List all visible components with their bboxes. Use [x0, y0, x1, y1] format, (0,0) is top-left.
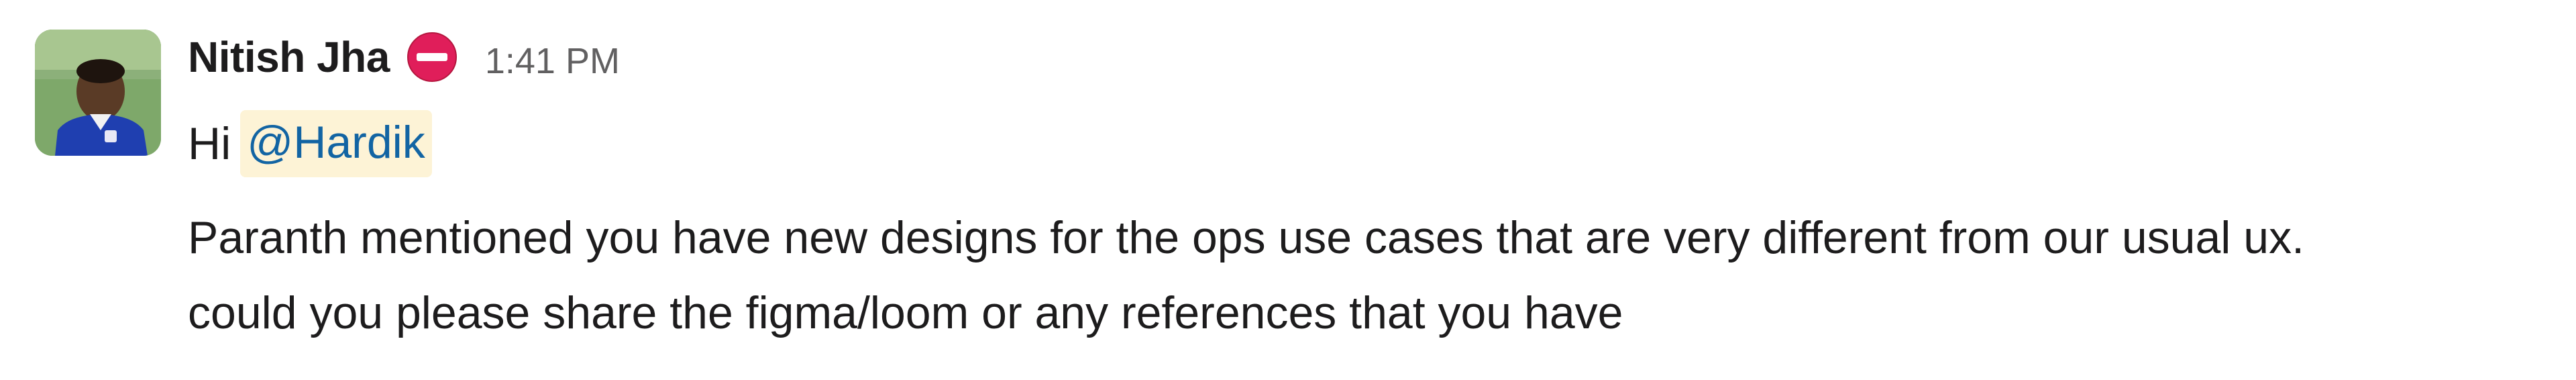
message-greeting-line: Hi @Hardik — [188, 110, 432, 179]
sender-name[interactable]: Nitish Jha — [188, 32, 390, 82]
message-timestamp[interactable]: 1:41 PM — [485, 40, 620, 82]
avatar[interactable] — [35, 30, 161, 156]
message-header: Nitish Jha 1:41 PM — [188, 27, 620, 87]
message-body-line-1: Paranth mentioned you have new designs f… — [188, 212, 2304, 263]
greeting-text: Hi — [188, 118, 231, 169]
message-body-line-2: could you please share the figma/loom or… — [188, 287, 1623, 338]
user-mention[interactable]: @Hardik — [240, 110, 432, 177]
chat-message: Nitish Jha 1:41 PM Hi @Hardik Paranth men… — [0, 0, 2576, 380]
no-entry-icon — [406, 31, 458, 83]
